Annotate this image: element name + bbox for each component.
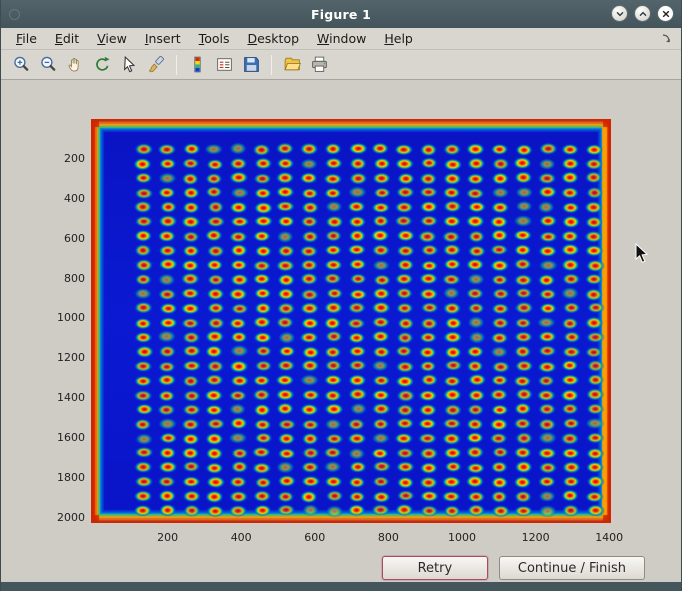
menu-window[interactable]: Window [308, 29, 375, 48]
figure-axes: 2004006008001000120014001600180020002004… [91, 119, 611, 523]
y-tick-label: 1400 [45, 391, 85, 404]
open-folder-icon[interactable] [280, 53, 304, 77]
titlebar[interactable]: Figure 1 [1, 0, 681, 28]
dialog-buttons: Retry Continue / Finish [382, 556, 645, 580]
x-tick-label: 800 [366, 531, 410, 544]
maximize-button[interactable] [634, 5, 651, 22]
continue-finish-button[interactable]: Continue / Finish [499, 556, 645, 580]
data-cursor-icon[interactable] [117, 53, 141, 77]
retry-button[interactable]: Retry [382, 556, 488, 580]
y-tick-label: 1000 [45, 311, 85, 324]
x-tick-label: 1000 [440, 531, 484, 544]
y-tick-label: 200 [45, 152, 85, 165]
plot-canvas[interactable] [91, 119, 611, 523]
colorbar-icon[interactable] [185, 53, 209, 77]
window-title: Figure 1 [1, 7, 681, 22]
x-tick-label: 400 [219, 531, 263, 544]
y-tick-label: 1200 [45, 351, 85, 364]
toolbar-separator [176, 55, 177, 75]
x-tick-label: 200 [146, 531, 190, 544]
window-bottom-edge [1, 582, 681, 591]
zoom-out-icon[interactable] [36, 53, 60, 77]
menu-help[interactable]: Help [375, 29, 422, 48]
minimize-button[interactable] [611, 5, 628, 22]
menu-file[interactable]: File [7, 29, 46, 48]
brush-icon[interactable] [144, 53, 168, 77]
menubar: FileEditViewInsertToolsDesktopWindowHelp [1, 28, 681, 50]
toolbar-separator [271, 55, 272, 75]
menu-insert[interactable]: Insert [136, 29, 190, 48]
y-tick-label: 400 [45, 192, 85, 205]
print-icon[interactable] [307, 53, 331, 77]
y-tick-label: 800 [45, 272, 85, 285]
figure-window: Figure 1 FileEditViewInsertToolsDesktopW… [0, 0, 682, 591]
menu-view[interactable]: View [88, 29, 136, 48]
undock-arrow-icon[interactable] [661, 33, 673, 48]
menu-desktop[interactable]: Desktop [238, 29, 308, 48]
legend-icon[interactable] [212, 53, 236, 77]
figure-canvas-area: 200 400 600 800 1000 1200 1400 1600 1800 2000 200 4… [1, 80, 681, 582]
y-tick-label: 2000 [45, 511, 85, 524]
y-tick-label: 1800 [45, 471, 85, 484]
menu-tools[interactable]: Tools [190, 29, 239, 48]
menu-edit[interactable]: Edit [46, 29, 88, 48]
figure-toolbar [1, 50, 681, 80]
x-tick-label: 600 [293, 531, 337, 544]
x-tick-label: 1200 [514, 531, 558, 544]
x-tick-label: 1400 [587, 531, 631, 544]
close-button[interactable] [657, 5, 674, 22]
y-tick-label: 1600 [45, 431, 85, 444]
save-icon[interactable] [239, 53, 263, 77]
rotate-3d-icon[interactable] [90, 53, 114, 77]
y-tick-label: 600 [45, 232, 85, 245]
zoom-in-icon[interactable] [9, 53, 33, 77]
pan-icon[interactable] [63, 53, 87, 77]
